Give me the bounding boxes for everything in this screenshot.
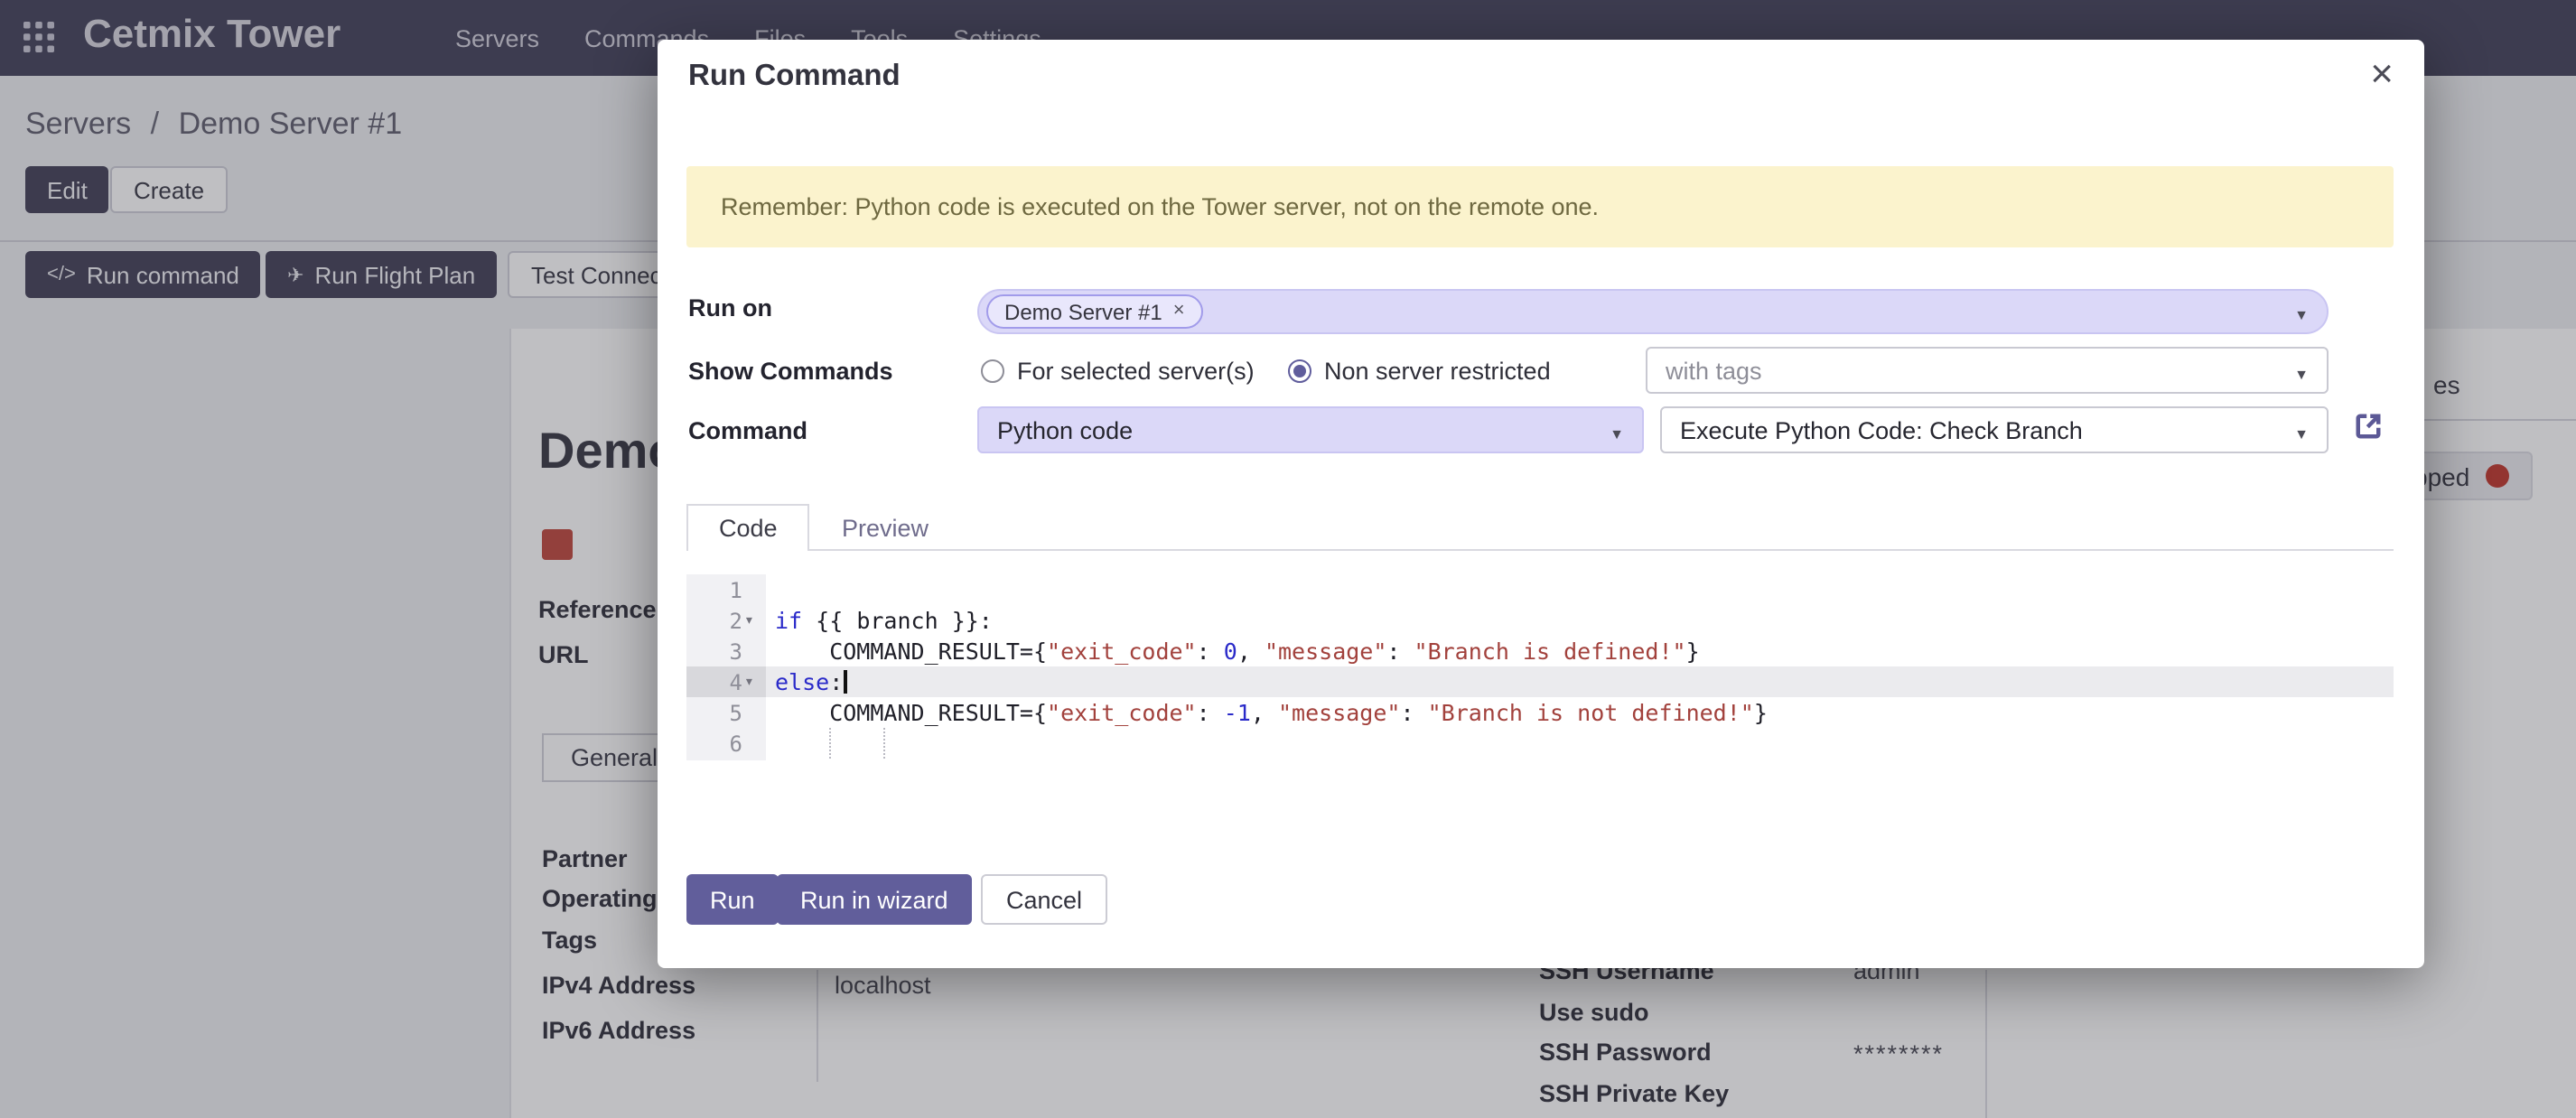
radio-for-selected-servers[interactable]	[981, 359, 1004, 383]
tab-preview[interactable]: Preview	[813, 504, 957, 551]
external-link-icon[interactable]	[2352, 410, 2385, 443]
editor-line-number[interactable]: 6	[686, 728, 766, 759]
with-tags-placeholder: with tags	[1666, 357, 1762, 384]
cancel-button[interactable]: Cancel	[981, 874, 1107, 925]
server-tag-chip-label: Demo Server #1	[1004, 299, 1162, 324]
editor-code-line[interactable]: if {{ branch }}:	[766, 605, 2394, 636]
run-on-label: Run on	[688, 294, 772, 321]
modal-title: Run Command	[688, 60, 901, 94]
command-type-value: Python code	[997, 416, 1133, 443]
server-tag-chip[interactable]: Demo Server #1 ×	[986, 294, 1203, 329]
tab-code[interactable]: Code	[686, 504, 810, 551]
run-button[interactable]: Run	[686, 874, 779, 925]
code-editor[interactable]: 12▾34▾56 if {{ branch }}: COMMAND_RESULT…	[686, 574, 2394, 760]
run-in-wizard-button[interactable]: Run in wizard	[777, 874, 972, 925]
remove-tag-icon[interactable]: ×	[1173, 302, 1185, 321]
command-type-select[interactable]: Python code	[977, 406, 1644, 453]
radio-non-server-restricted[interactable]	[1288, 359, 1311, 383]
warning-alert: Remember: Python code is executed on the…	[686, 166, 2394, 247]
radio-label-for-selected-servers[interactable]: For selected server(s)	[1017, 358, 1255, 385]
show-commands-label: Show Commands	[688, 358, 893, 385]
editor-code-line[interactable]	[766, 574, 2394, 605]
run-command-modal: Run Command × Remember: Python code is e…	[658, 40, 2424, 968]
editor-line-number[interactable]: 4▾	[686, 666, 766, 697]
indent-guide	[883, 728, 885, 759]
command-select-value: Execute Python Code: Check Branch	[1680, 416, 2083, 443]
editor-code: if {{ branch }}: COMMAND_RESULT={"exit_c…	[766, 574, 2394, 760]
indent-guide	[829, 728, 831, 759]
warning-alert-text: Remember: Python code is executed on the…	[721, 193, 1599, 220]
with-tags-select[interactable]: with tags	[1646, 347, 2329, 394]
fold-arrow-icon[interactable]: ▾	[744, 673, 762, 691]
fold-arrow-icon[interactable]: ▾	[744, 611, 762, 629]
command-label: Command	[688, 417, 807, 444]
screen: Cetmix Tower ServersCommandsFilesToolsSe…	[0, 0, 2576, 1118]
radio-label-non-server-restricted[interactable]: Non server restricted	[1324, 358, 1551, 385]
editor-line-number[interactable]: 1	[686, 574, 766, 605]
dropdown-caret-icon	[2294, 357, 2309, 384]
editor-gutter: 12▾34▾56	[686, 574, 766, 760]
editor-code-line[interactable]	[766, 728, 2394, 759]
command-select[interactable]: Execute Python Code: Check Branch	[1660, 406, 2329, 453]
text-cursor	[843, 670, 846, 694]
run-on-tags-field[interactable]: Demo Server #1 ×	[977, 289, 2329, 334]
editor-code-line[interactable]: else:	[766, 666, 2394, 697]
close-icon[interactable]: ×	[2363, 47, 2401, 101]
editor-line-number[interactable]: 3	[686, 636, 766, 666]
dropdown-caret-icon	[2294, 295, 2309, 328]
editor-code-line[interactable]: COMMAND_RESULT={"exit_code": -1, "messag…	[766, 697, 2394, 728]
editor-code-line[interactable]: COMMAND_RESULT={"exit_code": 0, "message…	[766, 636, 2394, 666]
dropdown-caret-icon	[2294, 416, 2309, 443]
editor-line-number[interactable]: 2▾	[686, 605, 766, 636]
dropdown-caret-icon	[1610, 416, 1624, 443]
editor-line-number[interactable]: 5	[686, 697, 766, 728]
